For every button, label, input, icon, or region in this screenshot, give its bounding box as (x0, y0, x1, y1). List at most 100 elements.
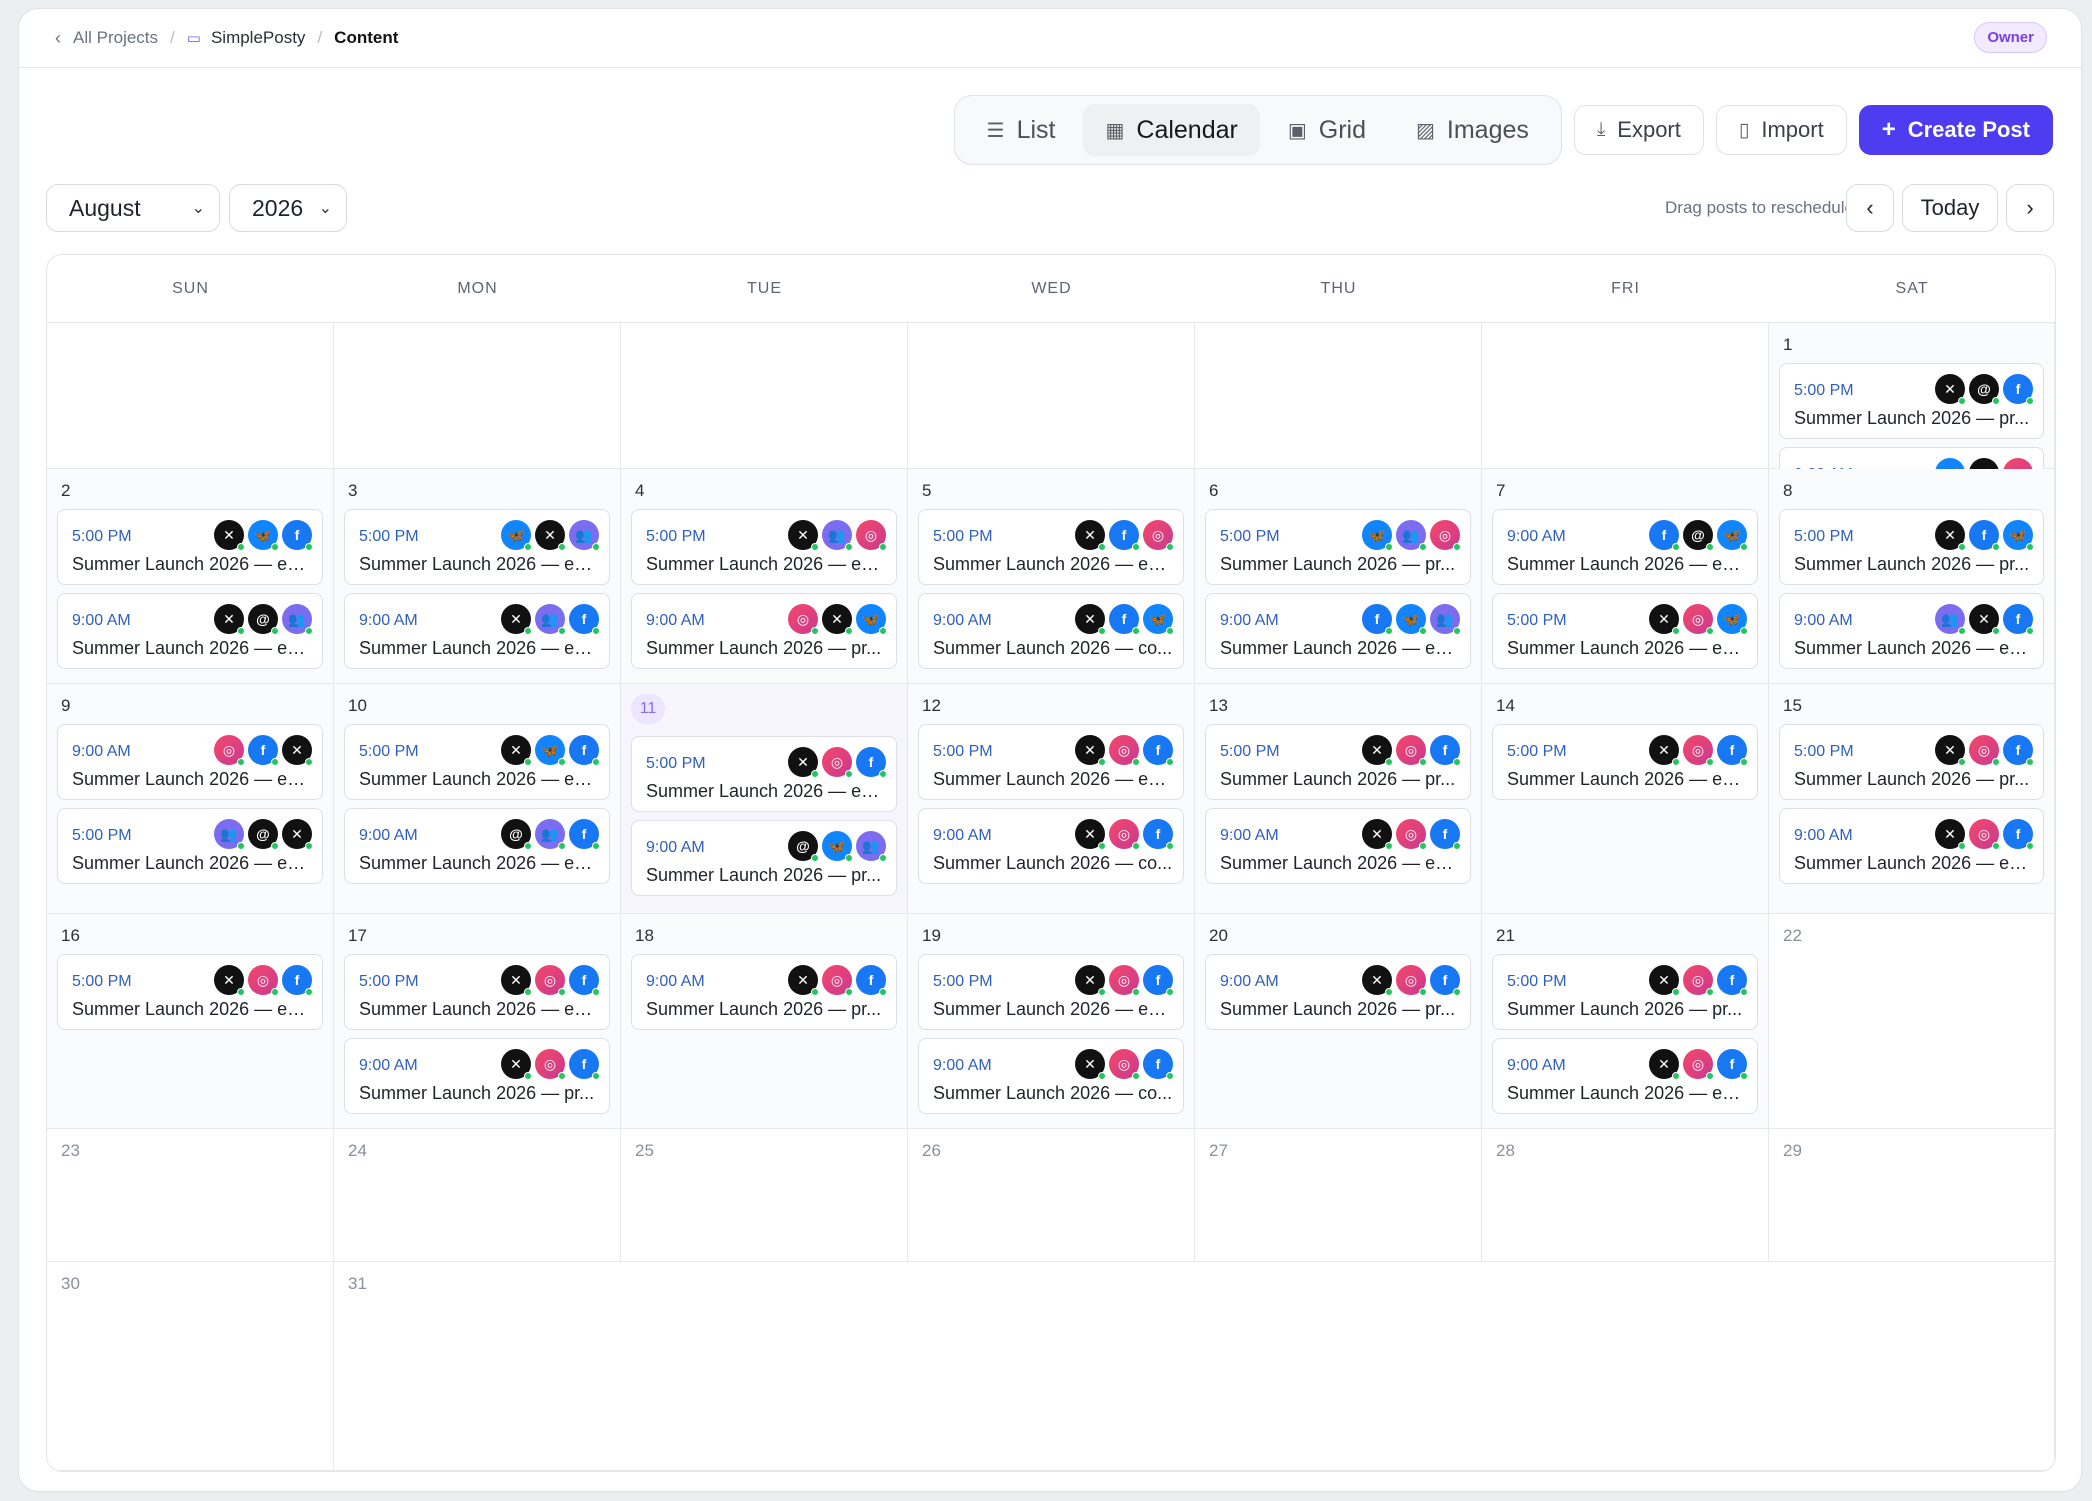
breadcrumb-current: Content (334, 28, 399, 47)
x-icon: ✕ (1362, 819, 1393, 850)
breadcrumb-project[interactable]: SimplePosty (211, 28, 305, 48)
post-card[interactable]: 9:00 AM ✕ @ 👥 Summer Launch 2026 — ed... (57, 593, 323, 669)
day-cell-26[interactable]: 26 (908, 1129, 1195, 1262)
post-card[interactable]: 5:00 PM 👥 @ ✕ Summer Launch 2026 — ed... (57, 808, 323, 884)
day-cell-21[interactable]: 21 5:00 PM ✕ ◎ f Summer Launch 2026 — pr... 9:… (1482, 914, 1769, 1129)
post-card[interactable]: 9:00 AM ✕ ◎ f Summer Launch 2026 — ed... (1779, 808, 2044, 884)
view-list[interactable]: ☰ List (965, 104, 1078, 156)
post-card[interactable]: 9:00 AM ✕ ◎ f Summer Launch 2026 — pr... (344, 1038, 610, 1114)
post-card[interactable]: 9:00 AM ✕ ◎ f Summer Launch 2026 — pr... (631, 954, 897, 1030)
day-cell-13[interactable]: 13 5:00 PM ✕ ◎ f Summer Launch 2026 — pr... 9:… (1195, 684, 1482, 914)
instagram-icon: ◎ (1109, 735, 1140, 766)
day-cell-24[interactable]: 24 (334, 1129, 621, 1262)
post-card[interactable]: 9:00 AM ✕ ◎ f Summer Launch 2026 — co... (918, 1038, 1184, 1114)
day-cell-2[interactable]: 2 5:00 PM ✕ 🦋 f Summer Launch 2026 — ed... 9:0… (47, 469, 334, 684)
view-images[interactable]: ▨ Images (1394, 104, 1551, 156)
post-card[interactable]: 5:00 PM ✕ ◎ f Summer Launch 2026 — ed... (631, 736, 897, 812)
view-grid[interactable]: ▣ Grid (1266, 104, 1388, 156)
status-dot (237, 842, 245, 850)
day-cell-10[interactable]: 10 5:00 PM ✕ 🦋 f Summer Launch 2026 — ed... 9:… (334, 684, 621, 914)
post-card[interactable]: 5:00 PM 🦋 ✕ 👥 Summer Launch 2026 — ed... (344, 509, 610, 585)
day-cell-4[interactable]: 4 5:00 PM ✕ 👥 ◎ Summer Launch 2026 — ed... 9:0… (621, 469, 908, 684)
post-card[interactable]: 9:00 AM ◎ f ✕ Summer Launch 2026 — ed... (57, 724, 323, 800)
post-card[interactable]: 5:00 PM ✕ ◎ 🦋 Summer Launch 2026 — ed... (1492, 593, 1758, 669)
day-cell-29[interactable]: 29 (1769, 1129, 2055, 1262)
day-cell-11[interactable]: 11 5:00 PM ✕ ◎ f Summer Launch 2026 — ed... 9:… (621, 684, 908, 914)
post-card[interactable]: 5:00 PM ✕ ◎ f Summer Launch 2026 — pr... (1492, 954, 1758, 1030)
post-time: 5:00 PM (1794, 382, 1854, 399)
facebook-icon: f (856, 965, 887, 996)
post-card[interactable]: 5:00 PM ✕ 🦋 f Summer Launch 2026 — ed... (344, 724, 610, 800)
post-card[interactable]: 9:00 AM ✕ 👥 f Summer Launch 2026 — ed... (344, 593, 610, 669)
day-cell-19[interactable]: 19 5:00 PM ✕ ◎ f Summer Launch 2026 — ed... 9:… (908, 914, 1195, 1129)
year-select[interactable]: 2026 ⌄ (229, 184, 347, 232)
day-cell-12[interactable]: 12 5:00 PM ✕ ◎ f Summer Launch 2026 — ed... 9:… (908, 684, 1195, 914)
next-month-button[interactable]: › (2006, 184, 2054, 232)
view-calendar[interactable]: ▦ Calendar (1083, 104, 1260, 156)
month-select[interactable]: August ⌄ (46, 184, 220, 232)
today-button[interactable]: Today (1902, 184, 1998, 232)
platform-icons: 🦋 👥 ◎ (1362, 520, 1461, 551)
post-card[interactable]: 5:00 PM ✕ ◎ f Summer Launch 2026 — ed... (344, 954, 610, 1030)
status-dot (271, 758, 279, 766)
post-card[interactable]: 9:00 AM ✕ ◎ f Summer Launch 2026 — ed... (1492, 1038, 1758, 1114)
empty-day-cell (1482, 323, 1769, 469)
status-dot (1453, 842, 1461, 850)
post-card[interactable]: 5:00 PM ✕ ◎ f Summer Launch 2026 — ed... (57, 954, 323, 1030)
breadcrumb-all-projects[interactable]: All Projects (73, 28, 158, 48)
day-cell-27[interactable]: 27 (1195, 1129, 1482, 1262)
calendar-controls: August ⌄ 2026 ⌄ Drag posts to reschedule… (46, 184, 2054, 234)
post-card[interactable]: 5:00 PM ✕ 🦋 f Summer Launch 2026 — ed... (57, 509, 323, 585)
import-button[interactable]: ▯ Import (1715, 105, 1847, 155)
post-card[interactable]: 5:00 PM ✕ ◎ f Summer Launch 2026 — ed... (1492, 724, 1758, 800)
post-card[interactable]: 5:00 PM ✕ ◎ f Summer Launch 2026 — ed... (918, 954, 1184, 1030)
day-cell-3[interactable]: 3 5:00 PM 🦋 ✕ 👥 Summer Launch 2026 — ed... 9:0… (334, 469, 621, 684)
day-cell-7[interactable]: 7 9:00 AM f @ 🦋 Summer Launch 2026 — ed... 5:0… (1482, 469, 1769, 684)
post-card[interactable]: 9:00 AM ◎ ✕ 🦋 Summer Launch 2026 — pr... (631, 593, 897, 669)
post-card[interactable]: 9:00 AM f @ 🦋 Summer Launch 2026 — ed... (1492, 509, 1758, 585)
day-cell-16[interactable]: 16 5:00 PM ✕ ◎ f Summer Launch 2026 — ed... (47, 914, 334, 1129)
post-card[interactable]: 9:00 AM 👥 ✕ f Summer Launch 2026 — ed... (1779, 593, 2044, 669)
day-cell-25[interactable]: 25 (621, 1129, 908, 1262)
status-dot (1992, 397, 2000, 405)
post-title: Summer Launch 2026 — ed... (72, 554, 312, 574)
day-cell-1[interactable]: 15:00 PM✕@fSummer Launch 2026 — pr...9:0… (1769, 323, 2055, 523)
day-cell-15[interactable]: 15 5:00 PM ✕ ◎ f Summer Launch 2026 — pr... 9:… (1769, 684, 2055, 914)
post-card[interactable]: 5:00 PM ✕ f ◎ Summer Launch 2026 — ed... (918, 509, 1184, 585)
post-card[interactable]: 9:00 AM @ 🦋 👥 Summer Launch 2026 — pr... (631, 820, 897, 896)
platform-icons: ✕ 🦋 f (214, 520, 313, 551)
day-cell-17[interactable]: 17 5:00 PM ✕ ◎ f Summer Launch 2026 — ed... 9:… (334, 914, 621, 1129)
post-card[interactable]: 9:00 AM ✕ ◎ f Summer Launch 2026 — pr... (1205, 954, 1471, 1030)
day-cell-28[interactable]: 28 (1482, 1129, 1769, 1262)
day-cell-23[interactable]: 23 (47, 1129, 334, 1262)
post-card[interactable]: 9:00 AM ✕ ◎ f Summer Launch 2026 — ed... (1205, 808, 1471, 884)
day-cell-20[interactable]: 20 9:00 AM ✕ ◎ f Summer Launch 2026 — pr... (1195, 914, 1482, 1129)
day-cell-9[interactable]: 9 9:00 AM ◎ f ✕ Summer Launch 2026 — ed... 5:0… (47, 684, 334, 914)
post-card[interactable]: 9:00 AM @ 👥 f Summer Launch 2026 — ed... (344, 808, 610, 884)
post-card[interactable]: 5:00 PM 🦋 👥 ◎ Summer Launch 2026 — pr... (1205, 509, 1471, 585)
day-cell-8[interactable]: 8 5:00 PM ✕ f 🦋 Summer Launch 2026 — pr... 9:0… (1769, 469, 2055, 684)
post-card[interactable]: 5:00 PM ✕ 👥 ◎ Summer Launch 2026 — ed... (631, 509, 897, 585)
post-card[interactable]: 5:00 PM ✕ ◎ f Summer Launch 2026 — pr... (1779, 724, 2044, 800)
previous-month-button[interactable]: ‹ (1846, 184, 1894, 232)
facebook-icon: f (2003, 374, 2034, 405)
post-card[interactable]: 9:00 AM ✕ ◎ f Summer Launch 2026 — co... (918, 808, 1184, 884)
create-post-button[interactable]: + Create Post (1858, 105, 2053, 155)
post-card[interactable]: 5:00 PM ✕ ◎ f Summer Launch 2026 — pr... (1205, 724, 1471, 800)
status-dot (1385, 627, 1393, 635)
day-cell-30[interactable]: 30 (47, 1262, 334, 1471)
post-card[interactable]: 5:00 PM ✕ @ f Summer Launch 2026 — pr... (1779, 363, 2044, 439)
day-cell-14[interactable]: 14 5:00 PM ✕ ◎ f Summer Launch 2026 — ed... (1482, 684, 1769, 914)
post-card[interactable]: 9:00 AM f 🦋 👥 Summer Launch 2026 — ed... (1205, 593, 1471, 669)
day-cell-5[interactable]: 5 5:00 PM ✕ f ◎ Summer Launch 2026 — ed... 9:0… (908, 469, 1195, 684)
day-cell-6[interactable]: 6 5:00 PM 🦋 👥 ◎ Summer Launch 2026 — pr... 9:0… (1195, 469, 1482, 684)
day-cell-31[interactable]: 31 (334, 1262, 2055, 1471)
post-title: Summer Launch 2026 — ed... (1507, 638, 1747, 658)
chevron-left-icon[interactable]: ‹ (55, 28, 61, 49)
day-cell-18[interactable]: 18 9:00 AM ✕ ◎ f Summer Launch 2026 — pr... (621, 914, 908, 1129)
post-card[interactable]: 9:00 AM ✕ f 🦋 Summer Launch 2026 — co... (918, 593, 1184, 669)
post-card[interactable]: 5:00 PM ✕ f 🦋 Summer Launch 2026 — pr... (1779, 509, 2044, 585)
post-card[interactable]: 5:00 PM ✕ ◎ f Summer Launch 2026 — ed... (918, 724, 1184, 800)
day-cell-22[interactable]: 22 (1769, 914, 2055, 1129)
export-button[interactable]: ⤓ Export (1573, 105, 1704, 155)
